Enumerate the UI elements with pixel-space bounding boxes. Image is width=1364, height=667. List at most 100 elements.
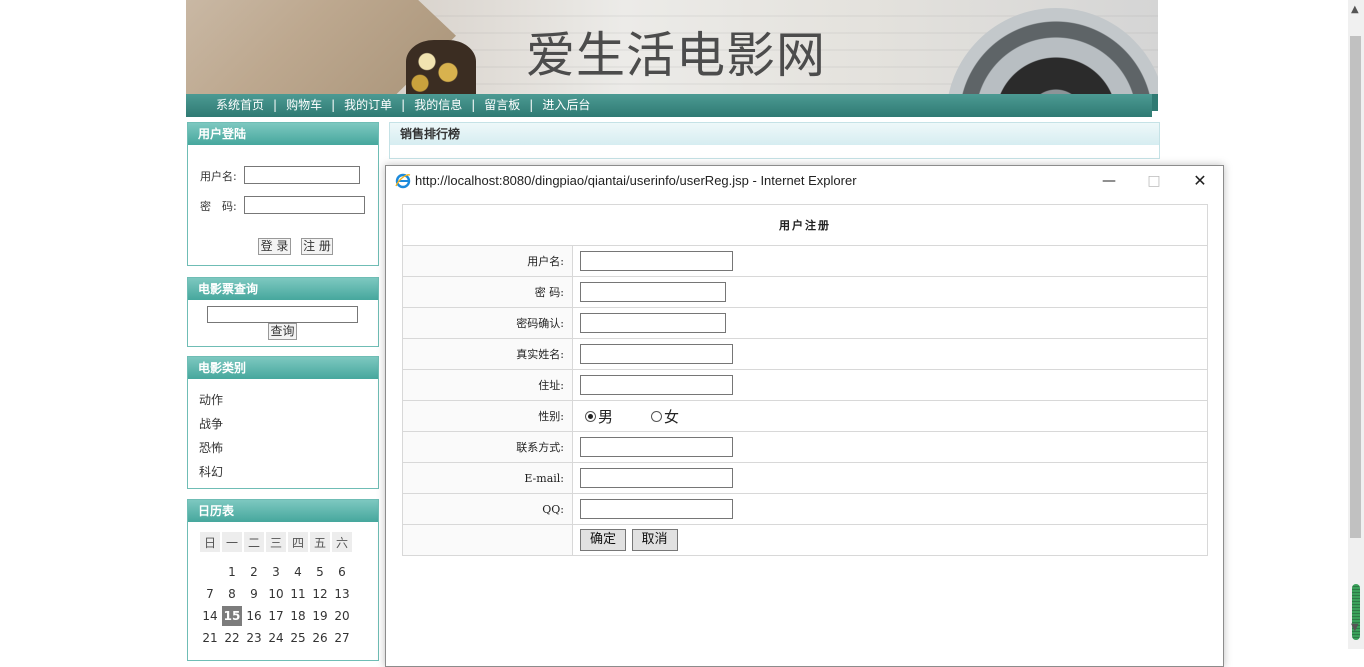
reg-contact-input[interactable] bbox=[580, 437, 733, 457]
calendar-week-row: 7 8 9 10 11 12 13 bbox=[200, 584, 352, 604]
weekday-cell: 一 bbox=[222, 532, 242, 552]
weekday-cell: 五 bbox=[310, 532, 330, 552]
calendar-day[interactable]: 7 bbox=[200, 584, 220, 604]
login-username-input[interactable] bbox=[244, 166, 360, 184]
nav-my-orders[interactable]: 我的订单 bbox=[344, 98, 392, 112]
calendar-day[interactable]: 16 bbox=[244, 606, 264, 626]
calendar-grid: 日 一 二 三 四 五 六 1 2 3 4 5 6 7 8 9 10 11 12… bbox=[198, 530, 354, 650]
sales-ranking-panel: 销售排行榜 bbox=[389, 122, 1160, 159]
nav-edge bbox=[1152, 94, 1158, 111]
register-button[interactable]: 注 册 bbox=[301, 238, 333, 255]
registration-form-title: 用户注册 bbox=[402, 204, 1208, 246]
nav-separator: | bbox=[529, 98, 534, 112]
calendar-day[interactable]: 11 bbox=[288, 584, 308, 604]
reg-qq-input[interactable] bbox=[580, 499, 733, 519]
calendar-day[interactable]: 6 bbox=[332, 562, 352, 582]
category-link-war[interactable]: 战争 bbox=[199, 415, 223, 432]
movie-category-panel: 电影类别 动作 战争 恐怖 科幻 bbox=[187, 356, 379, 489]
registration-popup-window: http://localhost:8080/dingpiao/qiantai/u… bbox=[385, 165, 1224, 667]
popup-window-title: http://localhost:8080/dingpiao/qiantai/u… bbox=[415, 173, 857, 188]
calendar-day[interactable]: 26 bbox=[310, 628, 330, 648]
calendar-day[interactable]: 24 bbox=[266, 628, 286, 648]
reg-cancel-button[interactable]: 取消 bbox=[631, 529, 678, 551]
nav-my-info[interactable]: 我的信息 bbox=[414, 98, 462, 112]
calendar-day[interactable]: 5 bbox=[310, 562, 330, 582]
category-link-horror[interactable]: 恐怖 bbox=[199, 439, 223, 456]
reg-address-input[interactable] bbox=[580, 375, 733, 395]
calendar-day[interactable]: 1 bbox=[222, 562, 242, 582]
weekday-cell: 日 bbox=[200, 532, 220, 552]
nav-message-board[interactable]: 留言板 bbox=[484, 98, 520, 112]
gender-female-radio[interactable] bbox=[651, 410, 663, 422]
login-button[interactable]: 登 录 bbox=[258, 238, 291, 255]
nav-cart[interactable]: 购物车 bbox=[286, 98, 322, 112]
category-link-scifi[interactable]: 科幻 bbox=[199, 463, 223, 480]
password-label: 密 码: bbox=[200, 200, 237, 213]
reg-username-input[interactable] bbox=[580, 251, 733, 271]
calendar-day[interactable]: 9 bbox=[244, 584, 264, 604]
calendar-day[interactable]: 23 bbox=[244, 628, 264, 648]
calendar-day[interactable]: 4 bbox=[288, 562, 308, 582]
nav-separator: | bbox=[273, 98, 278, 112]
reg-gender-label: 性别: bbox=[402, 400, 573, 432]
login-panel-header: 用户登陆 bbox=[188, 123, 378, 145]
nav-separator: | bbox=[471, 98, 476, 112]
reg-real-name-input[interactable] bbox=[580, 344, 733, 364]
weekday-cell: 六 bbox=[332, 532, 352, 552]
calendar-day-today[interactable]: 15 bbox=[222, 606, 242, 626]
movie-category-header: 电影类别 bbox=[188, 357, 378, 379]
close-icon[interactable]: ✕ bbox=[1185, 170, 1215, 192]
calendar-panel: 日历表 日 一 二 三 四 五 六 1 2 3 4 5 6 7 8 9 10 1… bbox=[187, 499, 379, 661]
page-scrollbar[interactable]: ▲ ▼ bbox=[1348, 0, 1364, 649]
calendar-day[interactable]: 25 bbox=[288, 628, 308, 648]
reg-qq-label: QQ: bbox=[402, 493, 573, 525]
calendar-day[interactable]: 19 bbox=[310, 606, 330, 626]
calendar-day[interactable]: 22 bbox=[222, 628, 242, 648]
scroll-down-arrow-icon[interactable]: ▼ bbox=[1351, 622, 1359, 633]
category-link-action[interactable]: 动作 bbox=[199, 391, 223, 408]
calendar-day[interactable]: 27 bbox=[332, 628, 352, 648]
reg-password-label: 密 码: bbox=[402, 276, 573, 308]
reg-real-name-label: 真实姓名: bbox=[402, 338, 573, 370]
nav-separator: | bbox=[331, 98, 336, 112]
nav-home[interactable]: 系统首页 bbox=[216, 98, 264, 112]
calendar-day[interactable]: 18 bbox=[288, 606, 308, 626]
calendar-day[interactable]: 10 bbox=[266, 584, 286, 604]
scroll-up-arrow-icon[interactable]: ▲ bbox=[1351, 4, 1359, 15]
gender-female-label: 女 bbox=[664, 407, 680, 426]
scrollbar-thumb[interactable] bbox=[1350, 36, 1361, 538]
calendar-day[interactable]: 12 bbox=[310, 584, 330, 604]
calendar-header: 日历表 bbox=[188, 500, 378, 522]
reg-password-confirm-input[interactable] bbox=[580, 313, 726, 333]
nav-admin[interactable]: 进入后台 bbox=[542, 98, 590, 112]
maximize-icon[interactable]: □ bbox=[1139, 170, 1169, 192]
calendar-day[interactable] bbox=[200, 562, 220, 582]
gender-male-radio[interactable] bbox=[585, 410, 596, 422]
weekday-cell: 二 bbox=[244, 532, 264, 552]
calendar-day[interactable]: 8 bbox=[222, 584, 242, 604]
banner-popcorn-image bbox=[406, 40, 476, 94]
calendar-day[interactable]: 2 bbox=[244, 562, 264, 582]
popup-titlebar[interactable]: http://localhost:8080/dingpiao/qiantai/u… bbox=[386, 166, 1223, 196]
calendar-day[interactable]: 17 bbox=[266, 606, 286, 626]
calendar-week-row: 14 15 16 17 18 19 20 bbox=[200, 606, 352, 626]
calendar-day[interactable]: 20 bbox=[332, 606, 352, 626]
calendar-day[interactable]: 13 bbox=[332, 584, 352, 604]
reg-email-label: E-mail: bbox=[402, 462, 573, 494]
minimize-icon[interactable]: — bbox=[1094, 170, 1124, 192]
gender-male-label: 男 bbox=[598, 407, 614, 426]
reg-email-input[interactable] bbox=[580, 468, 733, 488]
calendar-day[interactable]: 3 bbox=[266, 562, 286, 582]
calendar-day[interactable]: 21 bbox=[200, 628, 220, 648]
calendar-week-row: 21 22 23 24 25 26 27 bbox=[200, 628, 352, 648]
reg-password-input[interactable] bbox=[580, 282, 726, 302]
reg-confirm-button[interactable]: 确定 bbox=[580, 529, 627, 551]
login-panel: 用户登陆 用户名: 密 码: 登 录 注 册 bbox=[187, 122, 379, 266]
ticket-search-input[interactable] bbox=[207, 306, 358, 323]
site-banner: 爱生活电影网 bbox=[186, 0, 1158, 94]
reg-username-label: 用户名: bbox=[402, 245, 573, 277]
ticket-search-button[interactable]: 查询 bbox=[268, 323, 297, 340]
reg-address-label: 住址: bbox=[402, 369, 573, 401]
login-password-input[interactable] bbox=[244, 196, 365, 214]
calendar-day[interactable]: 14 bbox=[200, 606, 220, 626]
